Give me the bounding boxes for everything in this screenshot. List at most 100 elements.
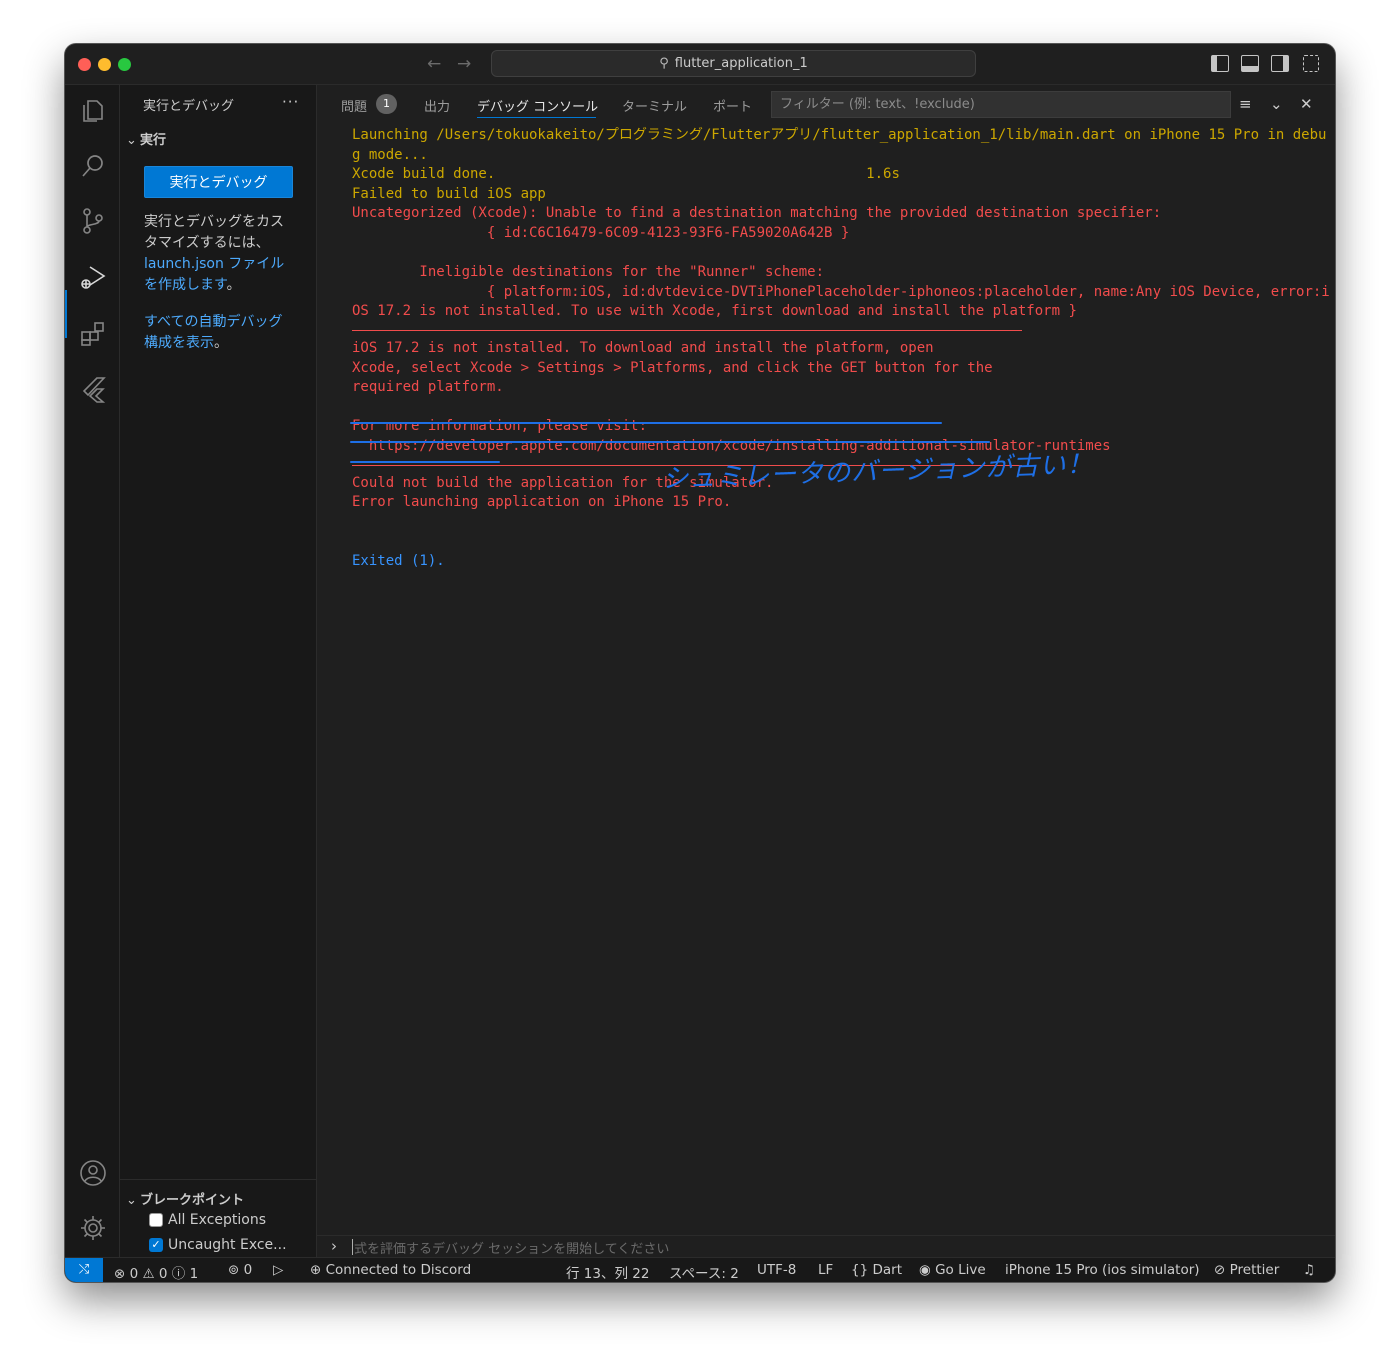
prettier-status[interactable]: ⊘ Prettier xyxy=(1214,1262,1279,1278)
run-section-header[interactable]: ⌄ 実行 xyxy=(126,129,166,148)
debug-repl-input[interactable]: › 式を評価するデバッグ セッションを開始してください xyxy=(317,1235,1335,1257)
sidebar-title: 実行とデバッグ xyxy=(143,99,235,114)
breakpoint-all-exceptions[interactable]: All Exceptions xyxy=(149,1212,266,1228)
tab-debug-console[interactable]: デバッグ コンソール xyxy=(477,96,598,115)
forward-arrow-icon[interactable]: → xyxy=(457,54,471,74)
checkbox-checked[interactable]: ✓ xyxy=(149,1238,163,1252)
title-bar: ← → ⚲ flutter_application_1 xyxy=(65,44,1335,85)
breakpoints-header[interactable]: ⌄ ブレークポイント xyxy=(126,1189,244,1208)
status-bar: ⤭ ⊗ 0 ⚠ 0 ⓘ 1 ⊚ 0 ▷ ⊕ Connected to Disco… xyxy=(65,1257,1335,1282)
toggle-panel-icon[interactable] xyxy=(1241,55,1259,72)
chevron-down-icon: ⌄ xyxy=(126,133,137,148)
ports-count: 0 xyxy=(243,1262,253,1278)
run-and-debug-icon[interactable] xyxy=(79,263,107,291)
toggle-secondary-sidebar-icon[interactable] xyxy=(1271,55,1289,72)
activity-bar xyxy=(65,85,120,1257)
annotation-underline xyxy=(350,441,990,443)
debug-console-panel: 問題 1 出力 デバッグ コンソール ターミナル ポート フィルター (例: t… xyxy=(317,85,1335,1257)
tab-output[interactable]: 出力 xyxy=(424,96,450,115)
auto-debug-end: 。 xyxy=(214,335,228,351)
chevron-down-icon[interactable]: ⌄ xyxy=(1270,95,1283,113)
run-debug-sidebar: 実行とデバッグ ··· ⌄ 実行 実行とデバッグ 実行とデバッグをカスタマイズする… xyxy=(120,85,317,1257)
description-end: 。 xyxy=(226,277,241,293)
tab-ports[interactable]: ポート xyxy=(713,96,752,115)
back-arrow-icon[interactable]: ← xyxy=(427,54,441,74)
console-filter-input[interactable]: フィルター (例: text、!exclude) xyxy=(771,91,1231,118)
close-panel-icon[interactable]: ✕ xyxy=(1300,95,1313,113)
indentation-status[interactable]: スペース: 2 xyxy=(669,1262,739,1282)
console-exit-line: Exited (1). xyxy=(352,552,445,569)
customize-layout-icon[interactable] xyxy=(1303,55,1319,72)
explorer-icon[interactable] xyxy=(79,97,107,125)
search-icon[interactable] xyxy=(79,152,107,180)
vscode-window: ← → ⚲ flutter_application_1 実行とデバッグ ··· … xyxy=(65,44,1335,1282)
problems-status[interactable]: ⊗ 0 ⚠ 0 ⓘ 1 xyxy=(114,1262,198,1282)
console-line: Xcode, select Xcode > Settings > Platfor… xyxy=(352,359,993,376)
problems-count-badge: 1 xyxy=(376,94,397,114)
manage-gear-icon[interactable] xyxy=(79,1214,107,1242)
checkbox-unchecked[interactable] xyxy=(149,1213,163,1227)
run-and-debug-button[interactable]: 実行とデバッグ xyxy=(144,166,293,198)
console-line: g mode... xyxy=(352,146,428,163)
panel-tabs: 問題 1 出力 デバッグ コンソール ターミナル ポート フィルター (例: t… xyxy=(317,85,1335,120)
console-line: { id:C6C16479-6C09-4123-93F6-FA59020A642… xyxy=(352,224,850,241)
clear-console-icon[interactable]: ≡ xyxy=(1239,95,1252,113)
more-actions-icon[interactable]: ··· xyxy=(282,93,299,111)
active-tab-underline xyxy=(477,117,596,118)
extensions-icon[interactable] xyxy=(79,320,107,348)
run-section-label: 実行 xyxy=(140,133,167,148)
info-icon: ⓘ xyxy=(171,1266,186,1282)
language-mode[interactable]: {} Dart xyxy=(851,1262,902,1278)
breakpoints-section: ⌄ ブレークポイント All Exceptions ✓ Uncaught Exce.… xyxy=(120,1179,317,1259)
flutter-icon[interactable] xyxy=(79,375,107,403)
minimize-window-button[interactable] xyxy=(98,58,111,71)
globe-icon: ⊕ xyxy=(310,1262,322,1278)
repl-placeholder: 式を評価するデバッグ セッションを開始してください xyxy=(354,1242,670,1257)
error-count: 0 xyxy=(129,1266,139,1282)
console-line: Launching /Users/tokuokakeito/プログラミング/Fl… xyxy=(352,127,1327,143)
warning-count: 0 xyxy=(158,1266,168,1282)
breakpoint-label: All Exceptions xyxy=(168,1212,266,1228)
toggle-sidebar-icon[interactable] xyxy=(1211,55,1229,72)
discord-status[interactable]: ⊕ Connected to Discord xyxy=(310,1262,471,1278)
accounts-icon[interactable] xyxy=(79,1159,107,1187)
console-line: Failed to build iOS app xyxy=(352,185,546,202)
ports-status[interactable]: ⊚ 0 xyxy=(228,1262,252,1278)
warning-icon: ⚠ xyxy=(142,1266,155,1282)
console-line: For more information, please visit: xyxy=(352,418,648,435)
tab-problems[interactable]: 問題 xyxy=(341,96,367,115)
prettier-check-icon: ⊘ xyxy=(1214,1262,1226,1278)
eol-status[interactable]: LF xyxy=(818,1262,833,1278)
breakpoint-uncaught-exceptions[interactable]: ✓ Uncaught Exce... xyxy=(149,1237,287,1253)
remote-indicator-icon[interactable]: ⤭ xyxy=(65,1258,103,1282)
console-line: required platform. xyxy=(352,379,504,396)
source-control-icon[interactable] xyxy=(79,207,107,235)
go-live-button[interactable]: ◉ Go Live xyxy=(919,1262,986,1278)
chevron-down-icon: ⌄ xyxy=(126,1193,137,1208)
create-launch-json-link[interactable]: launch.json ファイルを作成します xyxy=(144,256,284,293)
description-text: 実行とデバッグをカスタマイズするには、 xyxy=(144,214,284,251)
maximize-window-button[interactable] xyxy=(118,58,131,71)
active-view-indicator xyxy=(65,290,67,338)
broadcast-icon: ◉ xyxy=(919,1262,931,1278)
device-selector[interactable]: iPhone 15 Pro (ios simulator) xyxy=(1005,1262,1200,1278)
command-center-label: flutter_application_1 xyxy=(674,56,808,71)
console-line: Uncategorized (Xcode): Unable to find a … xyxy=(352,205,1162,222)
notifications-bell-icon[interactable]: ♫ xyxy=(1303,1262,1315,1278)
encoding-status[interactable]: UTF-8 xyxy=(757,1262,796,1278)
braces-icon: {} xyxy=(851,1262,869,1278)
cursor-position[interactable]: 行 13、列 22 xyxy=(566,1262,649,1282)
console-line: OS 17.2 is not installed. To use with Xc… xyxy=(352,303,1077,320)
info-count: 1 xyxy=(189,1266,199,1282)
annotation-underline xyxy=(350,422,942,424)
console-line: Error launching application on iPhone 15… xyxy=(352,494,732,511)
close-window-button[interactable] xyxy=(78,58,91,71)
tab-terminal[interactable]: ターミナル xyxy=(622,96,687,115)
breakpoints-label: ブレークポイント xyxy=(140,1193,245,1208)
console-line: Ineligible destinations for the "Runner"… xyxy=(352,264,825,281)
auto-debug-config-paragraph: すべての自動デバッグ構成を表示。 xyxy=(144,312,296,354)
error-icon: ⊗ xyxy=(114,1266,126,1282)
command-center-search[interactable]: ⚲ flutter_application_1 xyxy=(491,50,976,77)
debug-launch-icon[interactable]: ▷ xyxy=(273,1262,283,1278)
discord-label: Connected to Discord xyxy=(325,1262,472,1278)
